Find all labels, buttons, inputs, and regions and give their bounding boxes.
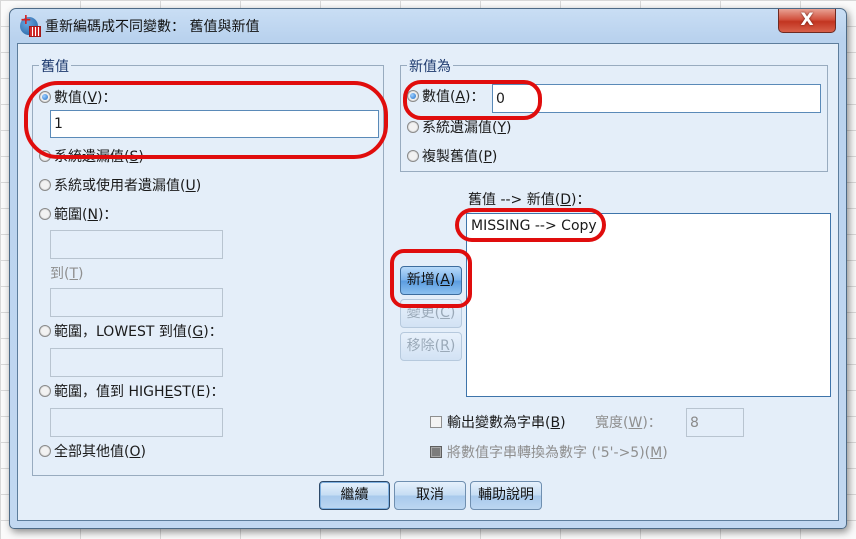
option-label: 複製舊值	[422, 149, 478, 165]
option-label: 系統或使用者遺漏值	[54, 178, 180, 194]
convert-numeric-string-checkbox[interactable]: 將數值字串轉換為數字 ('5'->5)(M)	[430, 442, 668, 462]
list-item[interactable]: MISSING --> Copy	[471, 218, 597, 234]
remove-button[interactable]: 移除(R)	[400, 332, 462, 361]
spss-app-icon	[20, 12, 41, 37]
old-value-input[interactable]: 1	[50, 110, 379, 138]
mapping-list[interactable]: MISSING --> Copy	[466, 213, 831, 397]
old-value-legend: 舊值	[39, 56, 71, 76]
help-button[interactable]: 輔助說明	[470, 481, 542, 510]
radio-icon	[39, 208, 51, 220]
new-value-legend: 新值為	[407, 56, 453, 76]
mnemonic: N	[87, 207, 98, 223]
range-from-input[interactable]	[50, 230, 223, 259]
lowest-through-input[interactable]	[50, 348, 223, 377]
mnemonic: B	[550, 415, 561, 431]
mnemonic: Y	[497, 120, 507, 136]
to-text: 到	[50, 266, 64, 282]
button-label: 新增	[406, 272, 435, 288]
mnemonic: P	[483, 149, 492, 165]
suffix: ST(E)：	[173, 384, 225, 400]
mnemonic: T	[69, 266, 79, 282]
option-label: 數值	[422, 89, 450, 105]
suffix: ：	[208, 324, 223, 340]
radio-checked-icon	[407, 90, 419, 102]
option-label: 全部其他值	[54, 444, 124, 460]
radio-icon	[39, 445, 51, 457]
output-as-string-checkbox[interactable]: 輸出變數為字串(B)	[430, 412, 566, 432]
through-highest-input[interactable]	[50, 408, 223, 437]
new-value-input[interactable]: 0	[492, 84, 821, 113]
mnemonic: C	[440, 305, 450, 321]
mnemonic: O	[129, 444, 141, 460]
option-label: 範圍，LOWEST 到值	[54, 324, 187, 340]
mnemonic: G	[192, 324, 204, 340]
mnemonic: E	[164, 384, 174, 400]
button-label: 變更	[406, 305, 435, 321]
radio-icon	[39, 385, 51, 397]
continue-button[interactable]: 繼續	[319, 481, 390, 510]
checkbox-label: 將數值字串轉換為數字 ('5'->5)	[447, 445, 645, 461]
checkbox-label: 輸出變數為字串	[447, 415, 545, 431]
dialog-title: 重新編碼成不同變數： 舊值與新值	[45, 19, 260, 35]
new-value-radio-value[interactable]: 數值(A)：	[407, 86, 485, 106]
radio-icon	[39, 150, 51, 162]
button-label: 移除	[406, 338, 435, 354]
recode-dialog: 重新編碼成不同變數： 舊值與新值 X 舊值 數值(V)： 1 系統遺漏值(S) …	[9, 8, 847, 529]
radio-checked-icon	[39, 91, 51, 103]
old-value-radio-range-highest[interactable]: 範圍，值到 HIGHEST(E)：	[39, 381, 225, 401]
width-text: 寬度	[595, 415, 623, 431]
old-value-radio-range[interactable]: 範圍(N)：	[39, 204, 117, 224]
cancel-button[interactable]: 取消	[394, 481, 466, 510]
mnemonic: M	[650, 445, 663, 461]
mnemonic: U	[185, 178, 196, 194]
new-value-radio-system-missing[interactable]: 系統遺漏值(Y)	[407, 117, 512, 137]
old-value-radio-system-missing[interactable]: 系統遺漏值(S)	[39, 146, 144, 166]
old-value-radio-system-or-user-missing[interactable]: 系統或使用者遺漏值(U)	[39, 175, 201, 195]
suffix: ：	[576, 192, 591, 208]
mnemonic: W	[628, 415, 643, 431]
option-label: 範圍	[54, 207, 82, 223]
change-button[interactable]: 變更(C)	[400, 299, 462, 328]
add-button[interactable]: 新增(A)	[400, 266, 462, 295]
dialog-body: 舊值 數值(V)： 1 系統遺漏值(S) 系統或使用者遺漏值(U) 範圍(N)：…	[17, 43, 839, 521]
title-bar[interactable]: 重新編碼成不同變數： 舊值與新值 X	[10, 9, 846, 43]
mnemonic: V	[87, 90, 98, 106]
mapping-label: 舊值 --> 新值(D)：	[468, 192, 591, 208]
mnemonic: A	[455, 89, 466, 105]
radio-icon	[407, 121, 419, 133]
range-to-label: 到(T)	[50, 266, 84, 282]
mnemonic: D	[560, 192, 571, 208]
mnemonic: R	[440, 338, 450, 354]
radio-icon	[39, 325, 51, 337]
width-label: 寬度(W)：	[595, 415, 662, 431]
suffix: ：	[103, 207, 118, 223]
radio-icon	[407, 150, 419, 162]
mnemonic: S	[129, 149, 139, 165]
old-value-radio-all-other[interactable]: 全部其他值(O)	[39, 441, 146, 461]
radio-icon	[39, 179, 51, 191]
suffix: ：	[102, 90, 117, 106]
old-value-radio-value[interactable]: 數值(V)：	[39, 87, 117, 107]
width-input[interactable]: 8	[686, 408, 744, 437]
option-label: 系統遺漏值	[54, 149, 124, 165]
close-button[interactable]: X	[778, 9, 836, 33]
old-value-radio-range-lowest[interactable]: 範圍，LOWEST 到值(G)：	[39, 321, 223, 341]
option-label: 範圍，值到 HIGH	[54, 384, 165, 400]
mapping-label-text: 舊值 --> 新值	[468, 192, 555, 208]
suffix: ：	[470, 89, 485, 105]
option-label: 系統遺漏值	[422, 120, 492, 136]
checkbox-indeterminate-icon	[430, 446, 442, 458]
new-value-radio-copy-old[interactable]: 複製舊值(P)	[407, 146, 497, 166]
range-to-input[interactable]	[50, 288, 223, 317]
close-icon: X	[800, 10, 814, 30]
mnemonic: A	[440, 272, 450, 288]
checkbox-icon	[430, 416, 442, 428]
option-label: 數值	[54, 90, 82, 106]
